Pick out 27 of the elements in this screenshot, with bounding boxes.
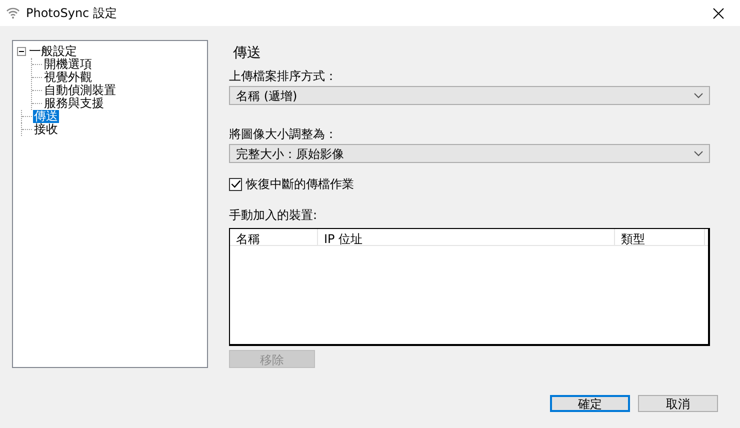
chevron-down-icon [694,150,703,156]
collapse-icon[interactable] [17,47,26,56]
column-header[interactable]: 名稱 [230,229,318,245]
dialog-button[interactable]: 確定 [550,395,630,412]
section-heading: 傳送 [233,44,262,63]
chevron-down-icon [694,92,703,98]
field-label: 上傳檔案排序方式： [229,68,338,85]
tree-item[interactable]: 接收 [33,123,59,136]
checkmark-icon [230,180,240,188]
dropdown[interactable]: 名稱 (遞增) [229,86,710,105]
checkbox[interactable] [229,178,242,190]
wifi-icon [6,7,20,19]
column-header[interactable]: 類型 [615,229,705,245]
dialog-button[interactable]: 取消 [638,395,718,412]
tree-item[interactable]: 傳送 [33,110,59,123]
tree-item[interactable]: 開機選項 [43,58,93,71]
tree-item[interactable]: 一般設定 [28,45,78,58]
dropdown[interactable]: 完整大小：原始影像 [229,144,710,163]
tree-item[interactable]: 視覺外觀 [43,71,93,84]
field-label: 將圖像大小調整為： [229,126,338,143]
table-label: 手動加入的裝置: [229,207,318,224]
close-icon [712,8,724,18]
tree-item[interactable]: 自動偵測裝置 [43,84,117,97]
column-header[interactable]: IP 位址 [318,229,615,245]
tree-item[interactable]: 服務與支援 [43,97,105,110]
window-title: PhotoSync 設定 [26,5,117,22]
checkbox-label: 恢復中斷的傳檔作業 [246,176,354,193]
